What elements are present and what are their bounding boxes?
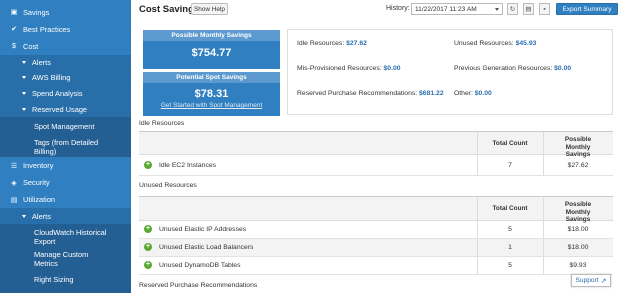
table-row: + Idle EC2 Instances 7 $27.62 [139,155,613,176]
spot-savings-value: $78.31 [194,88,229,100]
expand-plus-icon[interactable]: + [144,225,152,233]
sidebar-item-cloudwatch-export[interactable]: CloudWatch Historical Export [0,224,131,247]
sidebar-item-util-alerts[interactable]: Alerts [0,208,131,224]
list-icon: ☰ [10,162,18,170]
idle-resources-stat: Idle Resources: $27.62 [297,40,367,47]
total-count-header: Total Count [492,205,528,212]
savings-breakdown: Idle Resources: $27.62 Unused Resources:… [287,29,613,115]
save-button[interactable]: ▪ [539,3,550,15]
idle-resources-heading: Idle Resources [139,120,185,127]
table-header-row: Total Count Possible Monthly Savings [139,132,613,158]
misprovisioned-stat: Mis-Provisioned Resources: $0.00 [297,65,401,72]
chevron-down-icon [495,8,499,11]
history-label: History: [386,5,410,12]
support-button[interactable]: Support ↗ [571,274,611,287]
sidebar-item-best-practices[interactable]: ✔ Best Practices [0,21,131,37]
expand-plus-icon[interactable]: + [144,161,152,169]
table-header-row: Total Count Possible Monthly Savings [139,197,613,223]
sidebar-filler [0,289,131,293]
sidebar-item-cost[interactable]: $ Cost [0,38,131,54]
other-stat: Other: $0.00 [454,90,492,97]
sidebar-item-inventory[interactable]: ☰ Inventory [0,157,131,174]
previous-generation-stat: Previous Generation Resources: $0.00 [454,65,572,72]
shield-icon: ◈ [11,179,17,187]
external-link-icon: ↗ [600,277,607,285]
unused-resources-stat: Unused Resources: $45.93 [454,40,537,47]
spot-management-link[interactable]: Get Started with Spot Management [143,102,280,109]
sidebar-item-savings[interactable]: ▣ Savings [0,4,131,20]
document-icon: ▤ [525,6,532,13]
refresh-button[interactable]: ↻ [507,3,518,15]
monthly-savings-label: Possible Monthly Savings [143,30,280,41]
expand-plus-icon[interactable]: + [144,243,152,251]
unused-resources-heading: Unused Resources [139,182,197,189]
chevron-down-icon [22,91,26,95]
save-icon: ▪ [543,5,546,13]
table-row: + Unused Elastic IP Addresses 5 $18.00 [139,221,613,239]
sidebar-item-aws-billing[interactable]: AWS Billing [0,70,131,85]
chevron-down-icon [22,76,26,79]
document-button[interactable]: ▤ [523,3,534,15]
piggy-bank-icon: ▣ [10,9,18,16]
sidebar-item-spot-management[interactable]: Spot Management [0,117,131,135]
refresh-icon: ↻ [509,6,516,13]
spot-savings-label: Potential Spot Savings [143,72,280,83]
chevron-down-icon [22,214,26,218]
sidebar-item-right-sizing[interactable]: Right Sizing [0,269,131,289]
table-row: + Unused Elastic Load Balancers 1 $18.00 [139,239,613,257]
sidebar-item-custom-metrics[interactable]: Manage Custom Metrics [0,247,131,269]
export-summary-button[interactable]: Export Summary [556,3,618,15]
chevron-down-icon [22,61,26,64]
spot-savings-box: Potential Spot Savings $78.31 Get Starte… [143,72,280,116]
chart-icon: ▤ [10,196,18,204]
monthly-savings-box: Possible Monthly Savings $754.77 [143,30,280,69]
reserved-recommendations-heading: Reserved Purchase Recommendations [139,282,258,289]
reserved-recommendations-stat: Reserved Purchase Recommendations: $681.… [297,90,444,97]
dollar-icon: $ [12,42,16,50]
check-icon: ✔ [11,26,17,33]
monthly-savings-value: $754.77 [191,47,232,59]
sidebar-item-tags[interactable]: Tags (from Detailed Billing) [0,135,131,157]
sidebar-item-cost-alerts[interactable]: Alerts [0,55,131,70]
unused-resources-table: Total Count Possible Monthly Savings + U… [139,196,613,275]
sidebar-item-spend-analysis[interactable]: Spend Analysis [0,85,131,101]
table-row: + Unused DynamoDB Tables 5 $9.93 [139,257,613,275]
expand-plus-icon[interactable]: + [144,261,152,269]
idle-resources-table: Total Count Possible Monthly Savings + I… [139,131,613,176]
show-help-button[interactable]: Show Help [191,3,228,15]
sidebar: ▣ Savings ✔ Best Practices $ Cost Alerts AW… [0,0,131,293]
sidebar-item-utilization[interactable]: ▤ Utilization [0,191,131,208]
total-count-header: Total Count [492,140,528,147]
sidebar-item-reserved-usage[interactable]: Reserved Usage [0,101,131,117]
sidebar-item-security[interactable]: ◈ Security [0,174,131,191]
chevron-down-icon [22,107,26,111]
history-select[interactable]: 11/22/2017 11:23 AM [411,3,503,15]
